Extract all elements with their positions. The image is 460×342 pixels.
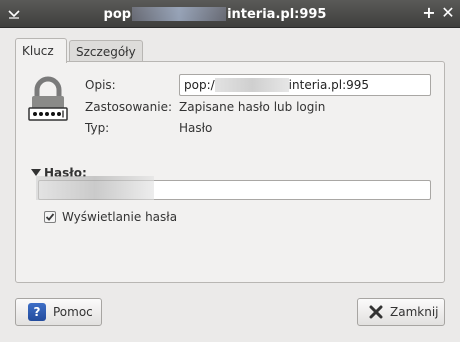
redacted-region: [132, 7, 227, 21]
tab-szczegoly[interactable]: Szczegóły: [69, 40, 143, 62]
maximize-button[interactable]: +: [421, 5, 437, 21]
checkmark-icon: [45, 213, 55, 221]
description-suffix: interia.pl:995: [288, 78, 370, 92]
plus-icon: +: [422, 3, 436, 22]
title-suffix: interia.pl:995: [227, 6, 327, 22]
description-prefix: pop:/: [184, 78, 215, 92]
type-value: Hasło: [179, 121, 213, 135]
tab-label: Klucz: [22, 44, 54, 58]
type-label: Typ:: [85, 121, 110, 135]
tab-panel: Opis: pop:/ interia.pl:995 Zastosowanie:…: [15, 61, 445, 283]
close-label: Zamknij: [390, 305, 439, 319]
window-menu-button[interactable]: [6, 6, 22, 22]
help-button[interactable]: ? Pomoc: [15, 298, 102, 326]
usage-label: Zastosowanie:: [85, 100, 172, 114]
help-icon: ?: [28, 303, 46, 321]
help-label: Pomoc: [53, 305, 93, 319]
x-icon: [369, 305, 383, 319]
redacted-region: [36, 176, 154, 200]
title-prefix: pop: [103, 6, 132, 22]
tab-klucz[interactable]: Klucz: [15, 38, 67, 63]
show-password-row[interactable]: Wyświetlanie hasła: [44, 210, 177, 224]
lock-icon: [28, 76, 68, 121]
titlebar: pop interia.pl:995 + ✕: [0, 0, 460, 28]
window-close-button[interactable]: ✕: [440, 5, 456, 21]
description-field[interactable]: pop:/ interia.pl:995: [179, 74, 431, 96]
password-dialog: pop interia.pl:995 + ✕ Klucz Szczegóły O…: [0, 0, 460, 342]
tab-label: Szczegóły: [76, 44, 136, 59]
close-dialog-button[interactable]: Zamknij: [357, 298, 445, 326]
chevron-down-icon: [8, 10, 20, 19]
redacted-region: [214, 78, 289, 92]
description-label: Opis:: [85, 78, 116, 92]
show-password-checkbox[interactable]: [44, 211, 56, 223]
show-password-label: Wyświetlanie hasła: [62, 210, 178, 224]
close-icon: ✕: [441, 3, 455, 22]
usage-value: Zapisane hasło lub login: [179, 100, 326, 114]
window-title: pop interia.pl:995: [30, 0, 400, 28]
